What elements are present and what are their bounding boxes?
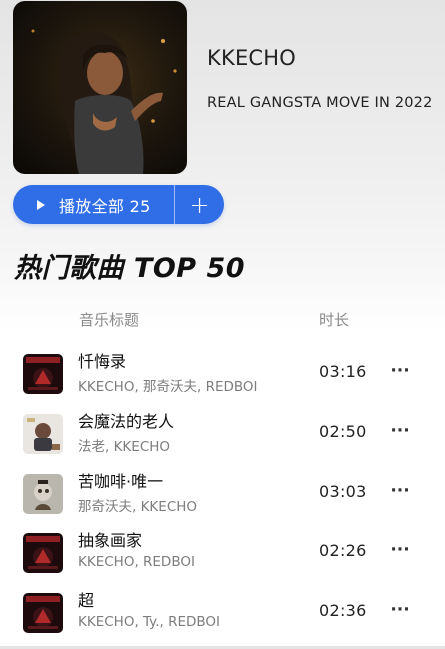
- track-duration: 02:26: [319, 541, 367, 560]
- album-cover[interactable]: [13, 1, 187, 174]
- track-artists: 法老, KKECHO: [78, 439, 171, 455]
- track-thumbnail: [23, 474, 63, 514]
- column-header-duration: 时长: [319, 311, 350, 329]
- track-title: 抽象画家: [78, 531, 143, 550]
- more-options-icon[interactable]: ···: [385, 535, 415, 565]
- play-icon: [37, 199, 45, 210]
- track-artists: 那奇沃夫, KKECHO: [78, 499, 198, 515]
- add-to-playlist-button[interactable]: +: [175, 185, 224, 224]
- column-header-title: 音乐标题: [79, 311, 140, 329]
- track-thumbnail: [23, 354, 63, 394]
- track-title: 忏悔录: [78, 352, 127, 371]
- more-options-icon[interactable]: ···: [385, 476, 415, 506]
- track-duration: 03:16: [319, 362, 367, 381]
- track-duration: 03:03: [319, 482, 367, 501]
- play-all-group: 播放全部 25 +: [13, 185, 224, 224]
- track-row[interactable]: 苦咖啡·唯一 那奇沃夫, KKECHO 03:03 ···: [0, 472, 445, 530]
- play-all-label: 播放全部 25: [59, 196, 151, 216]
- more-options-icon[interactable]: ···: [385, 595, 415, 625]
- track-duration: 02:36: [319, 601, 367, 620]
- track-row[interactable]: 会魔法的老人 法老, KKECHO 02:50 ···: [0, 412, 445, 470]
- track-title: 苦咖啡·唯一: [78, 472, 164, 491]
- track-thumbnail: [23, 533, 63, 573]
- more-options-icon[interactable]: ···: [385, 356, 415, 386]
- track-artists: KKECHO, REDBOI: [78, 554, 195, 570]
- album-title: REAL GANGSTA MOVE IN 2022: [207, 95, 433, 111]
- track-title: 超: [78, 591, 95, 610]
- track-row[interactable]: 忏悔录 KKECHO, 那奇沃夫, REDBOI 03:16 ···: [0, 352, 445, 410]
- section-title: 热门歌曲 TOP 50: [14, 253, 246, 284]
- play-all-button[interactable]: 播放全部 25: [13, 185, 174, 224]
- more-options-icon[interactable]: ···: [385, 416, 415, 446]
- track-title: 会魔法的老人: [78, 412, 175, 431]
- track-duration: 02:50: [319, 422, 367, 441]
- artist-name[interactable]: KKECHO: [207, 46, 296, 70]
- track-artists: KKECHO, 那奇沃夫, REDBOI: [78, 379, 258, 395]
- track-artists: KKECHO, Ty., REDBOI: [78, 614, 221, 630]
- track-thumbnail: [23, 593, 63, 633]
- track-row[interactable]: 超 KKECHO, Ty., REDBOI 02:36 ···: [0, 591, 445, 649]
- track-row[interactable]: 抽象画家 KKECHO, REDBOI 02:26 ···: [0, 531, 445, 589]
- track-thumbnail: [23, 414, 63, 454]
